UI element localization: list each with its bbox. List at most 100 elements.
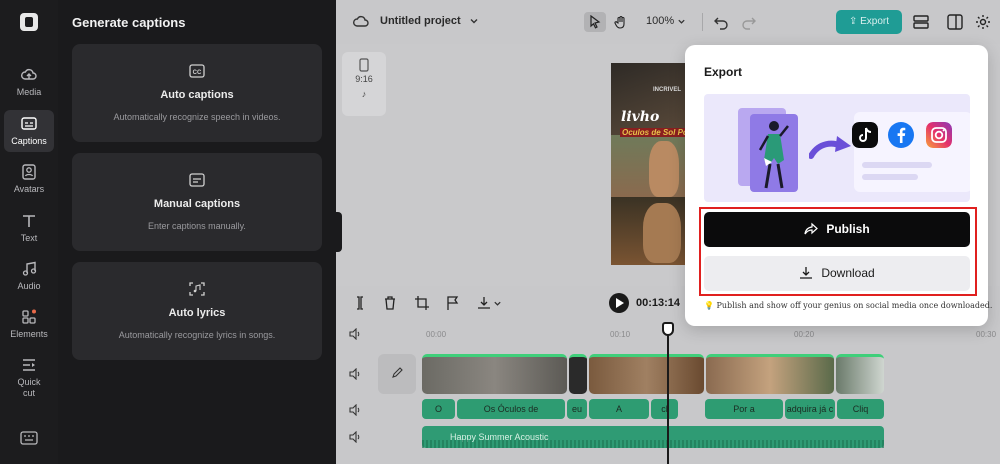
zoom-chevron-down-icon[interactable] (677, 17, 686, 26)
illustration-bar (862, 162, 932, 168)
current-time: 00:13:14 (636, 297, 681, 309)
keyboard-shortcut-icon[interactable] (20, 431, 38, 445)
auto-captions-card[interactable]: CC Auto captions Automatically recognize… (72, 44, 322, 142)
sidebar-item-label: Avatars (13, 184, 45, 194)
flag-icon[interactable] (445, 295, 461, 311)
undo-icon[interactable] (712, 13, 730, 31)
manual-captions-card[interactable]: Manual captions Enter captions manually. (72, 153, 322, 251)
lightbulb-icon: 💡 (704, 301, 714, 310)
sidebar-item-avatars[interactable]: Avatars (0, 163, 58, 195)
playhead[interactable] (667, 322, 669, 464)
sidebar-item-captions[interactable]: Captions (4, 110, 54, 152)
video-clip[interactable] (589, 354, 704, 394)
export-icon: ⇪ (848, 16, 858, 27)
select-tool-button[interactable] (584, 12, 606, 32)
sidebar-item-label: Text (20, 233, 38, 243)
text-icon (23, 215, 35, 227)
lyrics-scan-icon (189, 282, 205, 296)
dialog-title: Export (704, 65, 743, 79)
sidebar-item-elements[interactable]: Elements (0, 308, 58, 340)
sidebar-item-audio[interactable]: Audio (0, 260, 58, 292)
aspect-ratio-selector[interactable]: 9:16 ♪ (342, 52, 386, 116)
tiktok-icon: ♪ (361, 89, 367, 99)
sidebar-item-label: Captions (11, 136, 47, 146)
video-clip[interactable] (836, 354, 884, 394)
editor-top-bar: Untitled project 100% ⇪ Export (336, 0, 1000, 44)
card-description: Enter captions manually. (148, 221, 246, 231)
audio-waveform (422, 440, 884, 448)
pencil-icon (392, 367, 403, 378)
panel-title: Generate captions (72, 15, 186, 30)
auto-lyrics-card[interactable]: Auto lyrics Automatically recognize lyri… (72, 262, 322, 360)
instagram-icon (926, 122, 952, 148)
audio-clip[interactable]: Happy Summer Acoustic (422, 426, 884, 448)
card-title: Manual captions (153, 198, 241, 210)
crop-icon[interactable] (414, 295, 430, 311)
sidebar-item-quick-cut[interactable]: Quick cut (0, 356, 58, 399)
project-title[interactable]: Untitled project (380, 15, 461, 27)
left-rail: Media Captions Avatars Text Audio Elemen… (0, 0, 58, 464)
card-description: Automatically recognize lyrics in songs. (118, 330, 276, 340)
collapse-panel-handle[interactable] (336, 212, 342, 252)
play-button[interactable] (609, 293, 629, 313)
edit-track-button[interactable] (378, 354, 416, 394)
sidebar-item-label: Media (16, 87, 42, 97)
video-clip[interactable] (569, 354, 587, 394)
caption-clip[interactable]: A (589, 399, 649, 419)
card-title: Auto captions (160, 89, 234, 101)
speaker-icon[interactable] (349, 368, 361, 380)
export-button[interactable]: ⇪ Export (836, 10, 902, 34)
export-tip-text: Publish and show off your genius on soci… (716, 301, 993, 310)
captions-panel: Generate captions CC Auto captions Autom… (58, 0, 336, 464)
video-clip[interactable] (422, 354, 567, 394)
speaker-icon[interactable] (349, 404, 361, 416)
speaker-icon[interactable] (349, 431, 361, 443)
sidebar-item-text[interactable]: Text (0, 212, 58, 244)
card-description: Automatically recognize speech in videos… (113, 112, 281, 122)
arrow-right-icon (809, 136, 851, 159)
export-tip: 💡 Publish and show off your genius on so… (704, 301, 992, 310)
ruler-label: 00:30 (976, 330, 997, 339)
caption-clip[interactable]: O (422, 399, 455, 419)
phone-icon (359, 58, 369, 72)
svg-text:CC: CC (193, 70, 202, 76)
cloud-sync-icon[interactable] (352, 14, 370, 28)
elements-icon (22, 309, 36, 324)
highlight-box (699, 207, 977, 296)
sidebar-item-label: Audio (17, 281, 41, 291)
quick-cut-icon (23, 359, 35, 371)
sidebar-item-label: Quick cut (17, 377, 41, 398)
trash-icon[interactable] (382, 295, 398, 311)
caption-clip[interactable]: cl (651, 399, 678, 419)
cc-icon: CC (189, 64, 205, 78)
video-overlay-subtitle: Oculos de Sol Polar (620, 128, 687, 137)
download-icon[interactable] (476, 295, 492, 311)
ruler-label: 00:10 (610, 330, 631, 339)
hand-icon (614, 15, 625, 29)
ruler-label: 00:00 (426, 330, 447, 339)
speaker-icon[interactable] (349, 328, 361, 340)
card-title: Auto lyrics (168, 307, 226, 319)
layout-panel-icon[interactable] (946, 13, 964, 31)
zoom-level[interactable]: 100% (646, 15, 674, 27)
video-overlay-title: livho (621, 109, 660, 125)
caption-clip[interactable]: adquira já c (785, 399, 835, 419)
playhead-handle[interactable] (662, 322, 674, 336)
person-figure (643, 203, 681, 263)
ruler-label: 00:20 (794, 330, 815, 339)
caption-clip[interactable]: Por a (705, 399, 783, 419)
split-icon[interactable] (352, 295, 368, 311)
caption-clip[interactable]: Os Óculos de (457, 399, 565, 419)
chevron-down-icon[interactable] (493, 299, 502, 308)
storage-icon[interactable] (912, 13, 930, 31)
hand-tool-button[interactable] (610, 12, 632, 32)
caption-clip[interactable]: eu (567, 399, 587, 419)
caption-clip[interactable]: Cliq (837, 399, 884, 419)
chevron-down-icon[interactable] (469, 16, 479, 26)
sidebar-item-media[interactable]: Media (0, 66, 58, 98)
pointer-icon (590, 15, 601, 29)
video-preview[interactable]: INCRIVEL livho Oculos de Sol Polar (611, 63, 687, 265)
video-clip[interactable] (706, 354, 834, 394)
gear-icon[interactable] (974, 13, 992, 31)
redo-icon[interactable] (740, 13, 758, 31)
